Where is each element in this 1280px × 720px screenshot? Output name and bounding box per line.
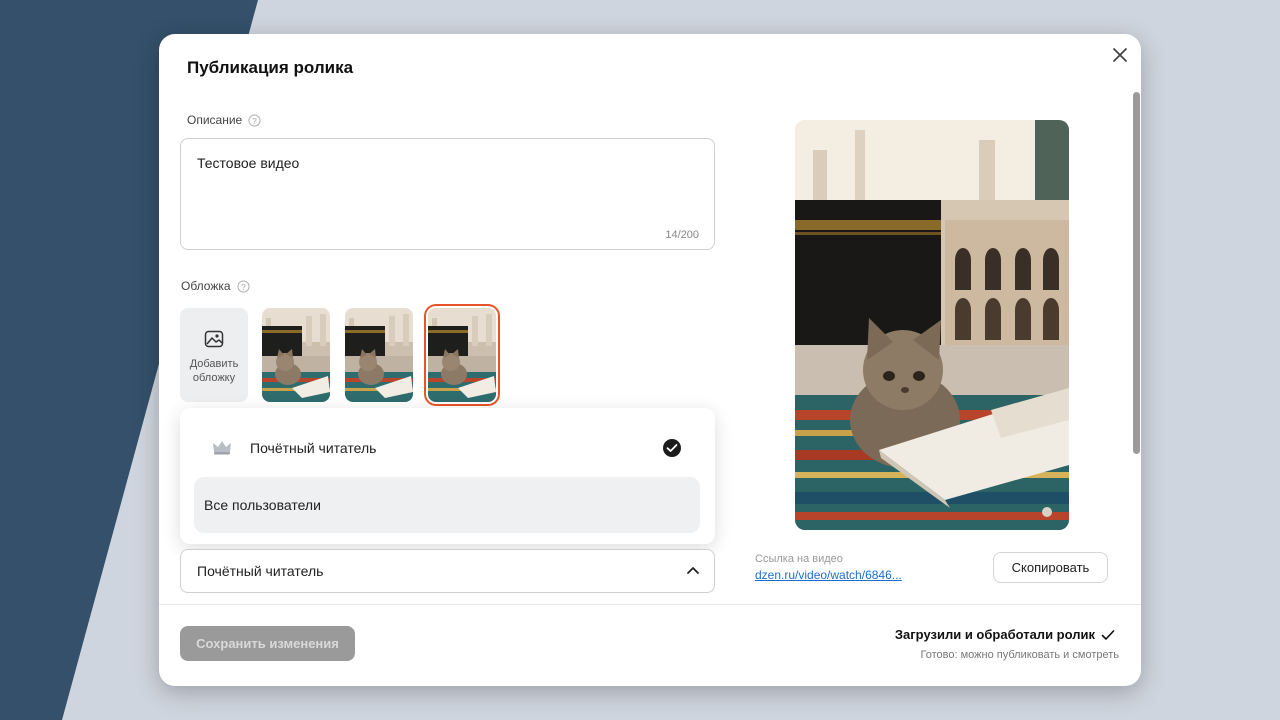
access-select-value: Почётный читатель [197,563,324,579]
description-value: Тестовое видео [197,155,300,171]
cover-thumbnail[interactable] [345,308,413,402]
chevron-up-icon [687,567,699,574]
option-label: Все пользователи [204,497,321,513]
status-subtitle: Готово: можно публиковать и смотреть [920,649,1119,661]
access-option-all-users[interactable]: Все пользователи [194,477,700,533]
description-label-row: Описание ? [187,113,261,127]
image-icon [180,330,248,353]
add-cover-button[interactable]: Добавить обложку [180,308,248,402]
video-preview[interactable] [795,120,1069,530]
option-label: Почётный читатель [250,440,377,456]
publish-video-modal: Публикация ролика Описание ? Тестовое ви… [159,34,1141,686]
svg-text:?: ? [241,281,246,291]
description-label: Описание [187,113,243,127]
footer-divider [159,604,1141,605]
crown-icon [213,441,231,455]
close-icon [1113,48,1127,62]
help-icon[interactable]: ? [248,113,261,127]
svg-text:?: ? [252,115,257,125]
access-option-honored-reader[interactable]: Почётный читатель [194,420,700,476]
checkmark-circle-icon [663,439,681,457]
scrollbar[interactable] [1131,90,1141,458]
status-title: Загрузили и обработали ролик [894,627,1095,642]
description-textarea[interactable]: Тестовое видео 14/200 [180,138,715,250]
character-counter: 14/200 [665,229,699,241]
cover-thumbnail[interactable] [262,308,330,402]
cover-label-row: Обложка ? [181,279,250,293]
check-icon [1101,629,1115,640]
video-link-label: Ссылка на видео [755,553,843,565]
video-preview-image [795,120,1069,530]
cover-label: Обложка [181,279,231,293]
copy-button[interactable]: Скопировать [993,552,1108,583]
access-dropdown-menu: Почётный читатель Все пользователи [180,408,715,544]
upload-status: Загрузили и обработали ролик [895,627,1115,642]
save-changes-button[interactable]: Сохранить изменения [180,626,355,661]
scrollbar-thumb[interactable] [1133,92,1140,454]
cover-thumbnail-selected[interactable] [428,308,496,402]
modal-title: Публикация ролика [187,58,354,77]
help-icon[interactable]: ? [237,279,250,293]
close-button[interactable] [1109,44,1131,66]
video-link[interactable]: dzen.ru/video/watch/6846... [755,568,902,582]
add-cover-label: Добавить обложку [189,358,239,384]
access-select[interactable]: Почётный читатель [180,549,715,593]
